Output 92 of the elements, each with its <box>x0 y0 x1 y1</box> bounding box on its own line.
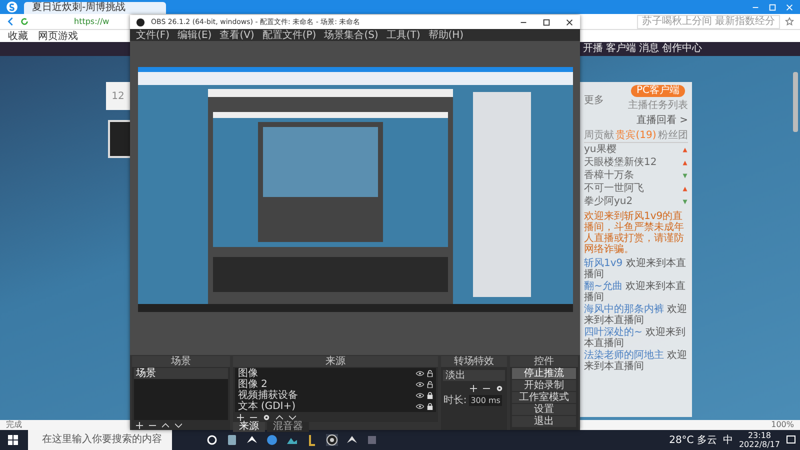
zoom-text: 100% <box>771 420 794 430</box>
nav-link[interactable]: 创作中心 <box>662 43 702 55</box>
source-item[interactable]: 视频捕获设备 <box>238 390 414 401</box>
control-button[interactable]: 设置 <box>512 404 576 415</box>
chat-message: 四叶深处的~ 欢迎来到本直播间 <box>584 327 687 349</box>
control-button[interactable]: 退出 <box>512 416 576 427</box>
unlock-icon[interactable] <box>427 381 434 388</box>
rank-name: 不可一世阿飞 <box>584 183 644 195</box>
source-item[interactable]: 文本 (GDI+) <box>238 401 414 412</box>
task-view-icon[interactable] <box>206 434 218 446</box>
panel-header: 来源 <box>232 356 438 367</box>
windows-logo-icon[interactable] <box>8 435 18 445</box>
lock-icon[interactable] <box>427 392 434 399</box>
count-text: 12 <box>112 90 124 102</box>
eye-icon[interactable] <box>416 371 424 376</box>
minus-icon[interactable] <box>483 385 490 392</box>
panel-header: 控件 <box>510 356 578 367</box>
menu-item[interactable]: 配置文件(P) <box>262 30 316 40</box>
panel-header: 场景 <box>132 356 230 367</box>
settings-icon[interactable] <box>262 414 270 421</box>
obs-icon <box>136 18 145 26</box>
lock-icon[interactable] <box>427 403 434 410</box>
chevron-up-icon[interactable] <box>162 422 169 429</box>
transition-dropdown[interactable]: 淡出 <box>443 370 506 381</box>
plus-icon[interactable] <box>470 385 478 392</box>
minus-icon[interactable] <box>149 422 156 429</box>
clock-date[interactable]: 2022/8/17 <box>738 440 780 449</box>
rank-name: 天眼楼堡新侠12 <box>584 157 657 169</box>
minus-icon[interactable] <box>250 414 257 421</box>
plus-icon[interactable] <box>136 422 143 429</box>
bookmark-link[interactable]: 收藏 <box>8 30 28 42</box>
maximize-icon[interactable] <box>542 18 551 26</box>
control-button[interactable]: 工作室模式 <box>512 392 576 403</box>
menu-item[interactable]: 场景集合(S) <box>324 30 378 40</box>
chevron-up-icon[interactable] <box>276 414 283 421</box>
chat-message: 海风中的那条内裤 欢迎来到本直播间 <box>584 304 688 326</box>
plus-icon[interactable] <box>236 414 244 421</box>
app-icon[interactable] <box>306 434 318 446</box>
menu-item[interactable]: 查看(V) <box>220 30 254 40</box>
menu-item[interactable]: 帮助(H) <box>428 30 464 40</box>
chat-message: 法染老师的阿地主 欢迎来到本直播间 <box>584 350 688 372</box>
app-icon[interactable] <box>226 434 238 446</box>
eye-icon[interactable] <box>416 382 424 387</box>
back-icon[interactable] <box>6 17 15 26</box>
menu-item[interactable]: 工具(T) <box>386 30 420 40</box>
rank-name: 香樟十万条 <box>584 170 634 182</box>
panel-header: 转场特效 <box>441 356 508 367</box>
nav-link[interactable]: 客户端 <box>606 43 636 55</box>
clock-time[interactable]: 23:18 <box>748 431 772 440</box>
menu-item[interactable]: 编辑(E) <box>178 30 212 40</box>
ime-indicator[interactable]: 中 <box>722 433 733 447</box>
address-field[interactable]: https://w <box>74 17 110 26</box>
control-button[interactable]: 停止推流 <box>512 368 576 379</box>
taskbar-search-field[interactable]: 在这里输入你要搜索的内容 <box>28 430 172 450</box>
app-icon[interactable] <box>346 434 358 446</box>
source-item[interactable]: 图像 2 <box>238 379 414 390</box>
chat-message: 斩风1v9 欢迎来到本直播间 <box>584 258 687 280</box>
browser-tab[interactable]: 夏日近炊刺-周博挑战 <box>24 2 166 14</box>
bookmark-link[interactable]: 网页游戏 <box>38 30 78 42</box>
control-button[interactable]: 开始录制 <box>512 380 576 391</box>
duration-label: 时长: <box>443 394 467 407</box>
unlock-icon[interactable] <box>427 370 434 377</box>
dock-tab[interactable]: 混音器 <box>266 422 309 432</box>
obs-icon[interactable] <box>326 434 338 446</box>
scene-item[interactable]: 场景 <box>134 368 228 379</box>
source-item[interactable]: 图像 <box>238 368 414 379</box>
chat-message: 翻~允曲 欢迎来到本直播间 <box>584 281 687 303</box>
eye-icon[interactable] <box>416 393 424 398</box>
close-icon[interactable] <box>565 18 574 26</box>
weather-text[interactable]: 28°C 多云 <box>669 433 717 447</box>
chevron-down-icon[interactable] <box>175 422 182 429</box>
duration-field[interactable]: 300 ms <box>468 394 502 406</box>
chevron-down-icon[interactable] <box>288 414 296 421</box>
more-link[interactable]: 更多 <box>584 93 604 107</box>
nav-link[interactable]: 开播 <box>583 43 603 55</box>
notice-text: 欢迎来到斩风1v9的直播间，斗鱼严禁未成年人直播或打赏，请谨防网络诈骗。 <box>584 211 685 255</box>
menu-item[interactable]: 文件(F) <box>136 30 170 40</box>
notification-icon[interactable] <box>786 435 796 445</box>
settings-icon[interactable] <box>496 385 504 392</box>
status-text: 完成 <box>6 420 22 430</box>
eye-icon[interactable] <box>416 404 424 409</box>
nav-link[interactable]: 消息 <box>639 43 659 55</box>
task-note: 主播任务列表 <box>628 98 688 112</box>
dock-tab[interactable]: 来源 <box>232 422 265 432</box>
refresh-icon[interactable] <box>20 17 29 26</box>
scrollbar[interactable] <box>793 72 798 132</box>
browser-logo-icon[interactable] <box>266 434 278 446</box>
star-icon[interactable] <box>785 17 794 26</box>
rank-name: 拳少阿yu2 <box>584 196 633 208</box>
rank-name: yu果樱 <box>584 144 616 156</box>
app-icon[interactable] <box>246 434 258 446</box>
replay-link[interactable]: 直播回看 > <box>636 113 688 127</box>
